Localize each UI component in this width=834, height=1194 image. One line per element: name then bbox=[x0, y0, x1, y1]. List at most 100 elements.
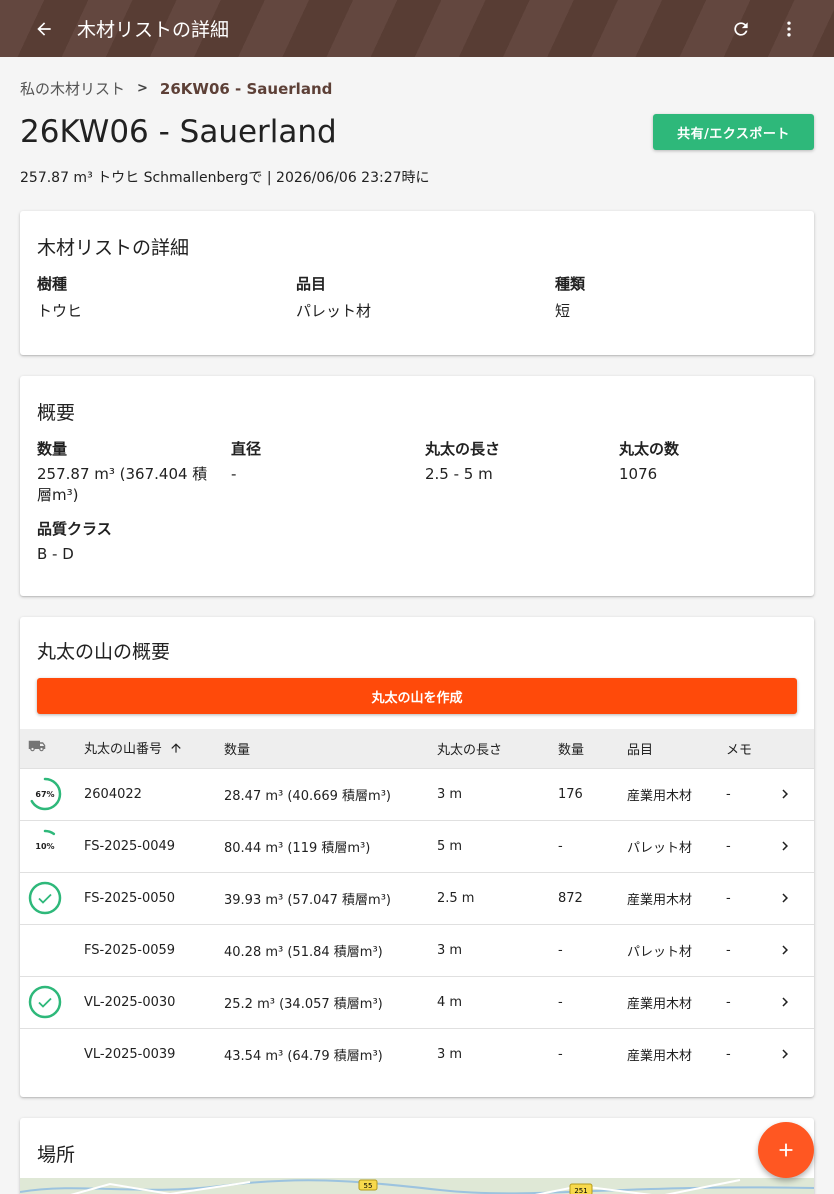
memo-column-header[interactable]: メモ bbox=[726, 729, 776, 768]
table-row[interactable]: VL-2025-0030 25.2 m³ (34.057 積層m³) 4 m - 産業用… bbox=[20, 976, 814, 1028]
pile-amount: 28.47 m³ (40.669 積層m³) bbox=[224, 788, 391, 804]
log-count-label: 丸太の数 bbox=[619, 440, 680, 458]
row-action-cell[interactable] bbox=[776, 976, 814, 1028]
type-label: 種類 bbox=[555, 275, 586, 293]
amount-column-header[interactable]: 数量 bbox=[224, 729, 437, 768]
breadcrumb-separator: > bbox=[137, 81, 148, 96]
location-card: 場所 55 251 bbox=[20, 1118, 814, 1194]
log-length-value: 2.5 - 5 m bbox=[425, 465, 493, 483]
pile-count: 176 bbox=[558, 786, 583, 802]
pile-length: 3 m bbox=[437, 942, 463, 958]
chevron-right-icon[interactable] bbox=[776, 993, 794, 1015]
pile-status-cell: 10% bbox=[20, 820, 84, 872]
table-row[interactable]: VL-2025-0039 43.54 m³ (64.79 積層m³) 3 m - 産業用… bbox=[20, 1028, 814, 1080]
row-action-cell[interactable] bbox=[776, 924, 814, 976]
chevron-right-icon[interactable] bbox=[776, 1045, 794, 1067]
product-field: 品目 パレット材 bbox=[296, 273, 371, 322]
progress-ring: 67% bbox=[28, 777, 62, 811]
pile-number: FS-2025-0059 bbox=[84, 942, 176, 958]
product-label: 品目 bbox=[296, 275, 327, 293]
table-row[interactable]: 67% 2604022 28.47 m³ (40.669 積層m³) 3 m 176 産業… bbox=[20, 768, 814, 820]
pile-product: パレット材 bbox=[627, 840, 693, 856]
share-export-button[interactable]: 共有/エクスポート bbox=[653, 114, 814, 150]
table-row[interactable]: FS-2025-0050 39.93 m³ (57.047 積層m³) 2.5 m 8… bbox=[20, 872, 814, 924]
pile-length: 5 m bbox=[437, 838, 463, 854]
pile-number: FS-2025-0049 bbox=[84, 838, 176, 854]
pile-number: 2604022 bbox=[84, 786, 142, 802]
species-field: 樹種 トウヒ bbox=[37, 273, 82, 322]
species-label: 樹種 bbox=[37, 275, 68, 293]
app-bar-title: 木材リストの詳細 bbox=[77, 19, 230, 41]
amount-label: 数量 bbox=[37, 440, 68, 458]
refresh-icon[interactable] bbox=[729, 17, 753, 41]
pile-memo: - bbox=[726, 838, 731, 854]
pile-count: - bbox=[558, 942, 563, 958]
map-road-label-2: 251 bbox=[574, 1187, 587, 1194]
species-value: トウヒ bbox=[37, 302, 83, 320]
details-title: 木材リストの詳細 bbox=[37, 237, 190, 259]
pile-number-column-header[interactable]: 丸太の山番号 bbox=[84, 729, 224, 768]
location-title: 場所 bbox=[37, 1144, 76, 1166]
pile-amount: 25.2 m³ (34.057 積層m³) bbox=[224, 996, 383, 1012]
pile-status-cell: 67% bbox=[20, 768, 84, 820]
chevron-right-icon[interactable] bbox=[776, 889, 794, 911]
pile-memo: - bbox=[726, 994, 731, 1010]
pile-amount: 39.93 m³ (57.047 積層m³) bbox=[224, 892, 391, 908]
pile-product: 産業用木材 bbox=[627, 892, 693, 908]
pile-count: - bbox=[558, 838, 563, 854]
pile-length: 3 m bbox=[437, 1046, 463, 1062]
check-icon bbox=[28, 985, 62, 1019]
table-row[interactable]: FS-2025-0059 40.28 m³ (51.84 積層m³) 3 m - パレッ… bbox=[20, 924, 814, 976]
pile-product: 産業用木材 bbox=[627, 1048, 693, 1064]
breadcrumb-root-link[interactable]: 私の木材リスト bbox=[20, 78, 125, 99]
summary-title: 概要 bbox=[37, 402, 76, 424]
app-bar: 木材リストの詳細 bbox=[0, 0, 834, 57]
progress-ring: 10% bbox=[28, 829, 62, 863]
row-action-cell[interactable] bbox=[776, 1028, 814, 1080]
pile-product: パレット材 bbox=[627, 944, 693, 960]
sort-up-icon bbox=[169, 741, 183, 759]
count-column-header[interactable]: 数量 bbox=[558, 729, 627, 768]
row-action-cell[interactable] bbox=[776, 872, 814, 924]
pile-count: - bbox=[558, 994, 563, 1010]
pile-amount: 43.54 m³ (64.79 積層m³) bbox=[224, 1048, 383, 1064]
details-card: 木材リストの詳細 樹種 トウヒ 品目 パレット材 種類 短 bbox=[20, 211, 814, 355]
map-road-label-1: 55 bbox=[364, 1182, 373, 1190]
type-field: 種類 短 bbox=[555, 273, 585, 322]
add-fab-button[interactable] bbox=[758, 1122, 814, 1178]
pile-product: 産業用木材 bbox=[627, 996, 693, 1012]
log-count-field: 丸太の数 1076 bbox=[619, 438, 679, 485]
create-pile-button[interactable]: 丸太の山を作成 bbox=[37, 678, 797, 714]
log-count-value: 1076 bbox=[619, 465, 658, 483]
check-icon bbox=[28, 881, 62, 915]
more-vert-icon[interactable] bbox=[777, 17, 801, 41]
pile-number: VL-2025-0030 bbox=[84, 994, 176, 1010]
breadcrumb: 私の木材リスト > 26KW06 - Sauerland bbox=[20, 78, 332, 99]
location-map[interactable]: 55 251 bbox=[20, 1178, 814, 1194]
chevron-right-icon[interactable] bbox=[776, 837, 794, 859]
table-row[interactable]: 10% FS-2025-0049 80.44 m³ (119 積層m³) 5 m - パレ… bbox=[20, 820, 814, 872]
pile-amount: 40.28 m³ (51.84 積層m³) bbox=[224, 944, 383, 960]
pile-length: 2.5 m bbox=[437, 890, 475, 906]
back-arrow-icon[interactable] bbox=[32, 17, 56, 41]
piles-title: 丸太の山の概要 bbox=[37, 641, 171, 663]
page-title: 26KW06 - Sauerland bbox=[20, 114, 337, 150]
amount-field: 数量 257.87 m³ (367.404 積層m³) bbox=[37, 438, 222, 506]
pile-number-header-label: 丸太の山番号 bbox=[84, 742, 163, 757]
quality-value: B - D bbox=[37, 545, 74, 563]
log-length-label: 丸太の長さ bbox=[425, 440, 501, 458]
quality-label: 品質クラス bbox=[37, 520, 112, 538]
length-column-header[interactable]: 丸太の長さ bbox=[437, 729, 558, 768]
product-value: パレット材 bbox=[296, 302, 372, 320]
pile-memo: - bbox=[726, 942, 731, 958]
type-value: 短 bbox=[555, 302, 571, 320]
product-column-header[interactable]: 品目 bbox=[627, 729, 726, 768]
chevron-right-icon[interactable] bbox=[776, 941, 794, 963]
chevron-right-icon[interactable] bbox=[776, 785, 794, 807]
pile-status-cell bbox=[20, 1028, 84, 1080]
truck-column-header[interactable] bbox=[20, 729, 84, 768]
pile-number: FS-2025-0050 bbox=[84, 890, 176, 906]
breadcrumb-current: 26KW06 - Sauerland bbox=[159, 79, 333, 98]
row-action-cell[interactable] bbox=[776, 820, 814, 872]
row-action-cell[interactable] bbox=[776, 768, 814, 820]
